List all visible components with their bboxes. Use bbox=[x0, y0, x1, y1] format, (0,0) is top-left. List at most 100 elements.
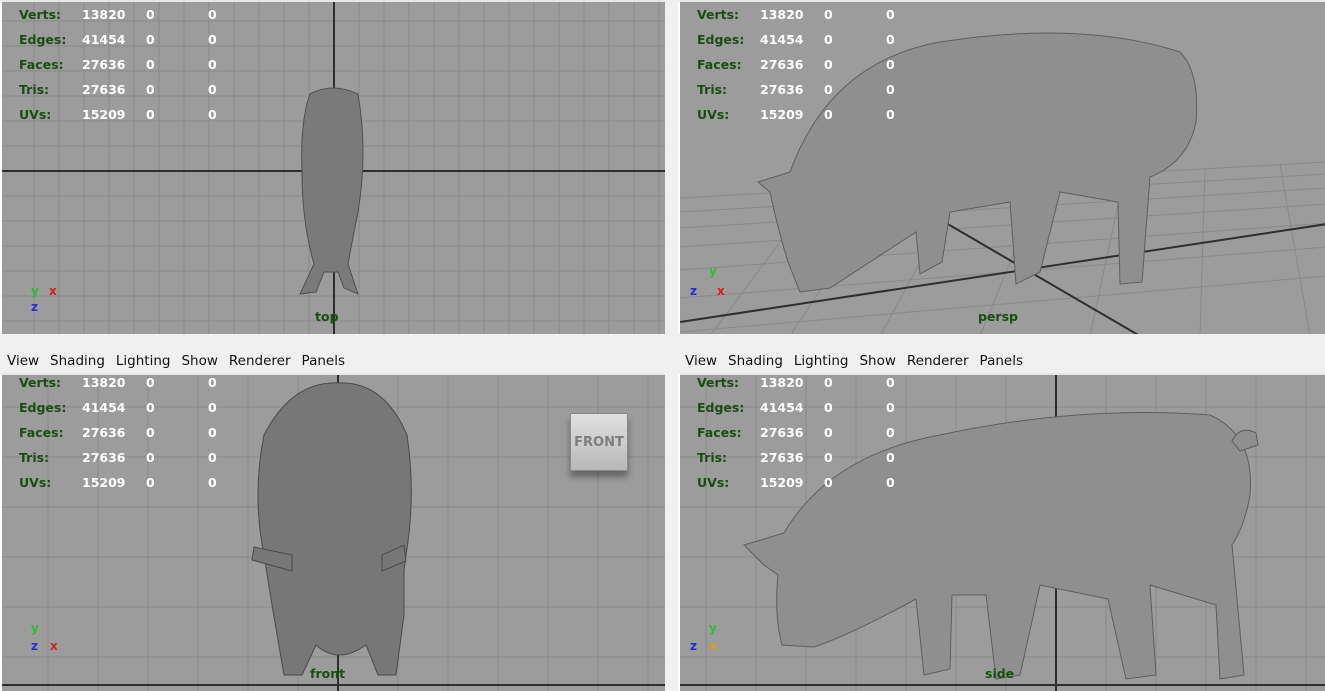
stat-value: 0 bbox=[886, 107, 895, 122]
stat-value: 0 bbox=[824, 425, 833, 440]
view-cube-icon[interactable]: FRONT bbox=[570, 413, 628, 471]
stat-value: 0 bbox=[146, 475, 155, 490]
stat-value: 0 bbox=[886, 400, 895, 415]
menu-panels[interactable]: Panels bbox=[980, 353, 1023, 369]
stat-value: 0 bbox=[824, 475, 833, 490]
viewport-panel-front[interactable]: View Shading Lighting Show Renderer Pane… bbox=[0, 348, 665, 691]
viewport-front[interactable]: Verts: 13820 0 0 Edges: 41454 0 0 Faces: 27636 0… bbox=[0, 373, 665, 691]
stat-label: Verts: bbox=[697, 7, 740, 22]
stat-value: 0 bbox=[886, 450, 895, 465]
viewport-side[interactable]: Verts: 13820 0 0 Edges: 41454 0 0 Faces: 27636 0… bbox=[678, 373, 1325, 691]
menu-view[interactable]: View bbox=[7, 353, 39, 369]
viewport-panel-persp[interactable]: Verts: 13820 0 0 Edges: 41454 0 0 Faces: 27636 0… bbox=[678, 0, 1325, 334]
axis-z-label: z bbox=[690, 639, 697, 653]
camera-label-front: front bbox=[310, 666, 346, 681]
stat-value: 15209 bbox=[82, 107, 126, 122]
stat-label: UVs: bbox=[697, 475, 730, 490]
stat-value: 27636 bbox=[760, 82, 804, 97]
menu-shading[interactable]: Shading bbox=[728, 353, 783, 369]
stat-value: 0 bbox=[208, 82, 217, 97]
axis-y-label: y bbox=[31, 284, 39, 298]
stat-value: 0 bbox=[886, 7, 895, 22]
menu-shading[interactable]: Shading bbox=[50, 353, 105, 369]
stat-value: 13820 bbox=[760, 375, 804, 390]
axis-gizmo-icon: y z x bbox=[689, 621, 729, 661]
axis-x-label: x bbox=[50, 639, 58, 653]
stat-value: 27636 bbox=[82, 57, 126, 72]
stat-value: 0 bbox=[146, 57, 155, 72]
axis-gizmo-icon: y z x bbox=[28, 621, 68, 661]
axis-gizmo-icon: y x z bbox=[689, 264, 729, 304]
stat-label: Faces: bbox=[697, 425, 742, 440]
stat-label: Tris: bbox=[697, 450, 728, 465]
axis-gizmo-icon: y x z bbox=[28, 284, 68, 324]
axis-z-label: z bbox=[31, 639, 38, 653]
stat-value: 0 bbox=[886, 475, 895, 490]
stat-value: 27636 bbox=[82, 425, 126, 440]
stat-value: 27636 bbox=[760, 57, 804, 72]
stat-label: Faces: bbox=[19, 425, 64, 440]
pig-mesh-side bbox=[743, 412, 1259, 680]
stat-value: 0 bbox=[886, 375, 895, 390]
axis-z-label: z bbox=[690, 284, 697, 298]
stat-label: Edges: bbox=[19, 400, 67, 415]
menu-show[interactable]: Show bbox=[181, 353, 217, 369]
stat-label: Faces: bbox=[697, 57, 742, 72]
stat-value: 41454 bbox=[760, 32, 804, 47]
stat-value: 0 bbox=[886, 82, 895, 97]
menu-show[interactable]: Show bbox=[859, 353, 895, 369]
stat-value: 0 bbox=[208, 107, 217, 122]
stat-label: UVs: bbox=[19, 475, 52, 490]
camera-label-top: top bbox=[315, 309, 339, 324]
stat-value: 0 bbox=[208, 7, 217, 22]
stat-value: 27636 bbox=[82, 450, 126, 465]
stat-value: 0 bbox=[824, 82, 833, 97]
stat-label: Tris: bbox=[19, 450, 50, 465]
viewport-panel-side[interactable]: View Shading Lighting Show Renderer Pane… bbox=[678, 348, 1325, 691]
stat-value: 0 bbox=[208, 57, 217, 72]
viewport-panel-top[interactable]: Verts: 13820 0 0 Edges: 41454 0 0 Faces: 27636 0… bbox=[0, 0, 665, 334]
stat-value: 0 bbox=[208, 450, 217, 465]
stat-label: Verts: bbox=[697, 375, 740, 390]
pig-mesh-front bbox=[251, 382, 412, 676]
camera-label-side: side bbox=[985, 666, 1015, 681]
stat-value: 0 bbox=[824, 107, 833, 122]
axis-y-label: y bbox=[31, 621, 39, 635]
stat-value: 0 bbox=[146, 400, 155, 415]
viewport-persp[interactable]: Verts: 13820 0 0 Edges: 41454 0 0 Faces: 27636 0… bbox=[678, 0, 1325, 334]
grid-side bbox=[680, 375, 1325, 691]
stat-value: 15209 bbox=[82, 475, 126, 490]
stat-value: 0 bbox=[146, 107, 155, 122]
stat-value: 27636 bbox=[82, 82, 126, 97]
viewport-top[interactable]: Verts: 13820 0 0 Edges: 41454 0 0 Faces: 27636 0… bbox=[0, 0, 665, 334]
stat-value: 0 bbox=[208, 32, 217, 47]
menu-panels[interactable]: Panels bbox=[302, 353, 345, 369]
menu-view[interactable]: View bbox=[685, 353, 717, 369]
stat-value: 13820 bbox=[760, 7, 804, 22]
grid-front bbox=[2, 375, 665, 691]
stat-label: Verts: bbox=[19, 375, 62, 390]
stat-value: 0 bbox=[146, 82, 155, 97]
stat-value: 0 bbox=[824, 57, 833, 72]
stat-value: 0 bbox=[146, 425, 155, 440]
stat-label: UVs: bbox=[697, 107, 730, 122]
axis-y-label: y bbox=[709, 621, 717, 635]
axis-x-label: x bbox=[709, 639, 717, 653]
stat-value: 0 bbox=[146, 7, 155, 22]
stat-label: Edges: bbox=[697, 32, 745, 47]
stat-label: Faces: bbox=[19, 57, 64, 72]
stat-value: 0 bbox=[146, 450, 155, 465]
stat-value: 0 bbox=[824, 375, 833, 390]
menu-renderer[interactable]: Renderer bbox=[907, 353, 969, 369]
stat-value: 41454 bbox=[760, 400, 804, 415]
grid-top bbox=[2, 2, 665, 334]
menu-lighting[interactable]: Lighting bbox=[794, 353, 849, 369]
menu-renderer[interactable]: Renderer bbox=[229, 353, 291, 369]
panel-menubar: View Shading Lighting Show Renderer Pane… bbox=[678, 348, 1325, 373]
menu-lighting[interactable]: Lighting bbox=[116, 353, 171, 369]
camera-label-persp: persp bbox=[978, 309, 1018, 324]
axis-x-label: x bbox=[717, 284, 725, 298]
grid-persp bbox=[680, 32, 1325, 334]
stat-value: 0 bbox=[208, 475, 217, 490]
stat-label: Verts: bbox=[19, 7, 62, 22]
